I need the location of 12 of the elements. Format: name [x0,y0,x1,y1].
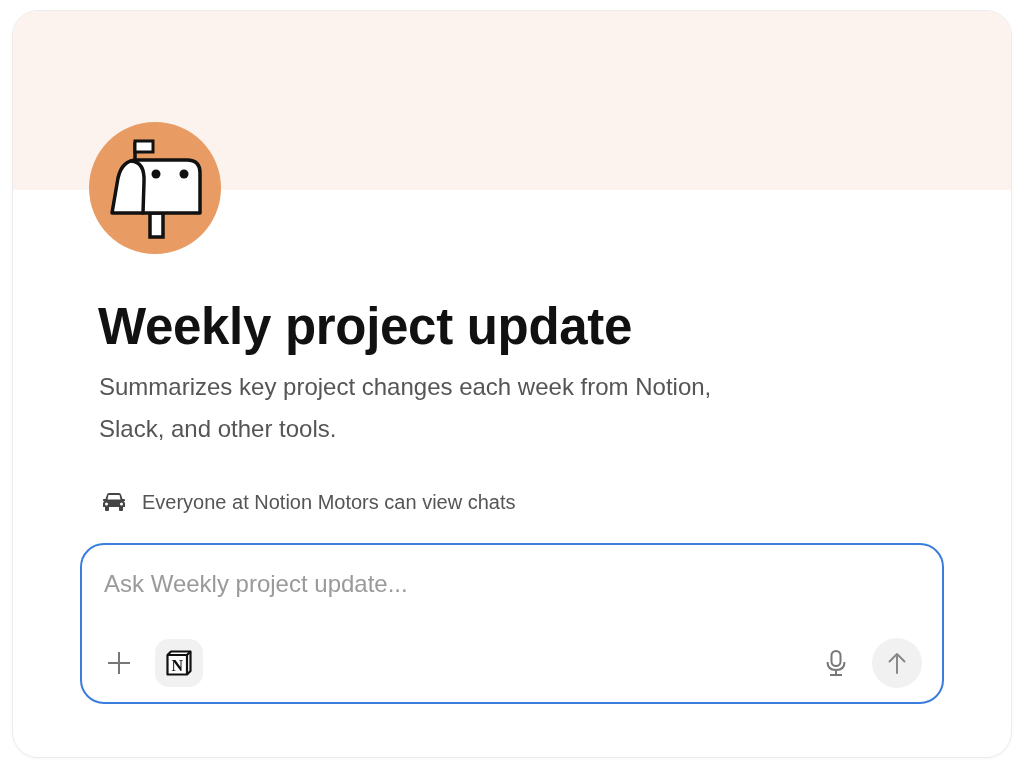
message-input[interactable]: Ask Weekly project update... [104,563,922,605]
microphone-icon [826,650,846,676]
app-button[interactable]: N [155,639,203,687]
agent-description: Summarizes key project changes each week from Notion, Slack, and other tools. [98,372,713,444]
plus-icon [108,652,130,674]
car-icon [103,493,125,511]
mailbox-icon [89,122,221,254]
visibility-note: Everyone at Notion Motors can view chats [142,490,516,514]
arrow-up-icon [888,652,906,674]
agent-title: Weekly project update [97,297,634,357]
send-button[interactable] [872,638,922,688]
app-logo-icon: N [166,650,192,676]
